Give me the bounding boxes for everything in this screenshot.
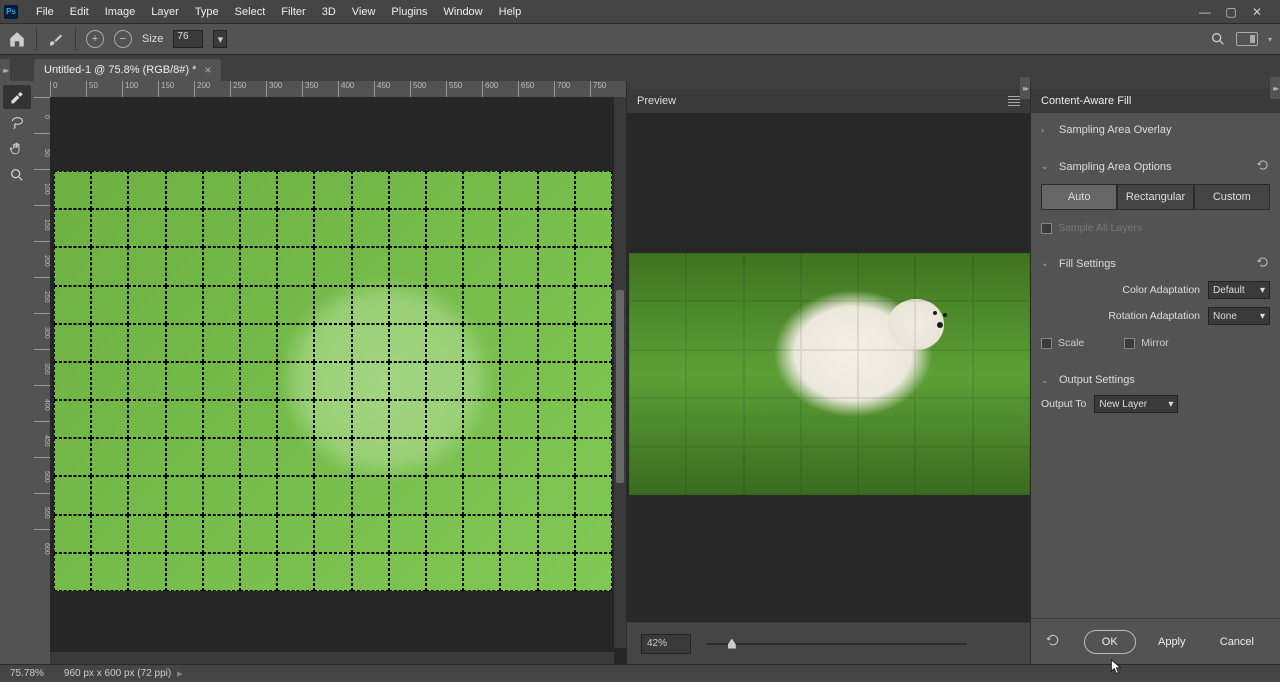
tab-title: Untitled-1 @ 75.8% (RGB/8#) * — [44, 64, 196, 76]
minimize-button[interactable]: — — [1198, 5, 1212, 19]
sampling-brush-tool[interactable] — [3, 85, 31, 109]
seg-custom[interactable]: Custom — [1194, 184, 1270, 210]
preview-canvas[interactable] — [627, 113, 1030, 622]
size-dropdown[interactable]: ▾ — [213, 30, 227, 48]
divider — [36, 27, 37, 51]
chevron-down-icon: ⌄ — [1041, 375, 1051, 386]
tab-close-icon[interactable]: × — [204, 63, 211, 77]
menu-help[interactable]: Help — [491, 2, 530, 22]
size-input[interactable]: 76 — [173, 30, 203, 48]
output-to-label: Output To — [1041, 398, 1086, 410]
preview-zoom-slider[interactable] — [707, 643, 967, 645]
menu-select[interactable]: Select — [227, 2, 274, 22]
collapse-left-icon[interactable]: ▸▸ — [0, 59, 10, 81]
menu-file[interactable]: File — [28, 2, 62, 22]
status-bar: 75.78% 960 px x 600 px (72 ppi) ▶ — [0, 664, 1280, 682]
zoom-tool[interactable] — [3, 163, 31, 187]
apply-button[interactable]: Apply — [1146, 630, 1198, 654]
preview-panel: ▸▸ Preview 42% — [626, 81, 1030, 664]
caf-title: Content-Aware Fill — [1041, 95, 1131, 107]
chevron-down-icon[interactable]: ▾ — [1268, 35, 1272, 44]
seg-auto[interactable]: Auto — [1041, 184, 1117, 210]
menu-layer[interactable]: Layer — [143, 2, 187, 22]
menu-edit[interactable]: Edit — [62, 2, 97, 22]
menu-3d[interactable]: 3D — [314, 2, 344, 22]
search-icon[interactable] — [1210, 31, 1226, 47]
reset-icon[interactable] — [1256, 255, 1270, 272]
menu-image[interactable]: Image — [97, 2, 144, 22]
home-icon[interactable] — [8, 30, 26, 48]
lasso-tool[interactable] — [3, 111, 31, 135]
status-menu-icon[interactable]: ▶ — [175, 671, 182, 678]
preview-zoom-input[interactable]: 42% — [641, 634, 691, 654]
section-sampling-overlay[interactable]: › Sampling Area Overlay — [1041, 119, 1270, 141]
chevron-down-icon: ⌄ — [1041, 161, 1051, 172]
document-tab[interactable]: Untitled-1 @ 75.8% (RGB/8#) * × — [34, 59, 221, 81]
scrollbar-vertical[interactable] — [614, 97, 626, 648]
canvas[interactable] — [54, 171, 612, 591]
cancel-button[interactable]: Cancel — [1208, 630, 1266, 654]
menu-filter[interactable]: Filter — [273, 2, 313, 22]
menu-view[interactable]: View — [344, 2, 384, 22]
collapse-right-icon[interactable]: ▸▸ — [1020, 77, 1030, 99]
output-to-select[interactable]: New Layer▾ — [1094, 395, 1178, 413]
section-sampling-options[interactable]: ⌄ Sampling Area Options — [1041, 153, 1270, 180]
reset-icon[interactable] — [1256, 158, 1270, 175]
content-aware-fill-panel: ▸▸ Content-Aware Fill › Sampling Area Ov… — [1030, 81, 1280, 664]
selection-grid — [54, 171, 612, 591]
chevron-down-icon: ⌄ — [1041, 258, 1051, 269]
size-label: Size — [142, 33, 163, 45]
app-logo: Ps — [4, 5, 18, 19]
scale-checkbox[interactable]: Scale — [1041, 333, 1084, 353]
sample-all-layers-checkbox: Sample All Layers — [1041, 218, 1270, 238]
menu-type[interactable]: Type — [187, 2, 227, 22]
mirror-checkbox[interactable]: Mirror — [1124, 333, 1168, 353]
chevron-right-icon: › — [1041, 125, 1051, 135]
reset-all-icon[interactable] — [1045, 632, 1061, 651]
rotation-adaptation-select[interactable]: None▾ — [1208, 307, 1270, 325]
section-output-settings[interactable]: ⌄ Output Settings — [1041, 369, 1270, 391]
ruler-horizontal: 0501001502002503003504004505005506006507… — [34, 81, 626, 97]
menu-bar: Ps File Edit Image Layer Type Select Fil… — [0, 0, 1280, 23]
section-fill-settings[interactable]: ⌄ Fill Settings — [1041, 250, 1270, 277]
brush-tool-icon[interactable] — [47, 30, 65, 48]
canvas-area: 0501001502002503003504004505005506006507… — [34, 81, 626, 664]
menu-plugins[interactable]: Plugins — [383, 2, 435, 22]
status-zoom: 75.78% — [10, 668, 44, 679]
rotation-adaptation-label: Rotation Adaptation — [1108, 310, 1200, 322]
close-button[interactable]: ✕ — [1250, 5, 1264, 19]
seg-rectangular[interactable]: Rectangular — [1117, 184, 1193, 210]
document-tabs: ▸▸ Untitled-1 @ 75.8% (RGB/8#) * × — [0, 55, 1280, 81]
divider — [75, 27, 76, 51]
panel-menu-icon[interactable] — [1008, 96, 1020, 106]
status-doc-info: 960 px x 600 px (72 ppi) — [64, 668, 171, 679]
collapse-right-icon[interactable]: ▸▸ — [1270, 77, 1280, 99]
toolbar — [0, 81, 34, 664]
options-bar: + − Size 76 ▾ ▾ — [0, 23, 1280, 55]
hand-tool[interactable] — [3, 137, 31, 161]
menu-window[interactable]: Window — [436, 2, 491, 22]
add-overlay-button[interactable]: + — [86, 30, 104, 48]
scrollbar-horizontal[interactable] — [50, 652, 614, 664]
color-adaptation-select[interactable]: Default▾ — [1208, 281, 1270, 299]
ok-button[interactable]: OK — [1084, 630, 1136, 654]
maximize-button[interactable]: ▢ — [1224, 5, 1238, 19]
subtract-overlay-button[interactable]: − — [114, 30, 132, 48]
ruler-vertical: 050100150200250300350400450500550600 — [34, 97, 50, 664]
preview-title: Preview — [637, 95, 676, 107]
color-adaptation-label: Color Adaptation — [1122, 284, 1200, 296]
workspace-switcher-icon[interactable] — [1236, 32, 1258, 46]
